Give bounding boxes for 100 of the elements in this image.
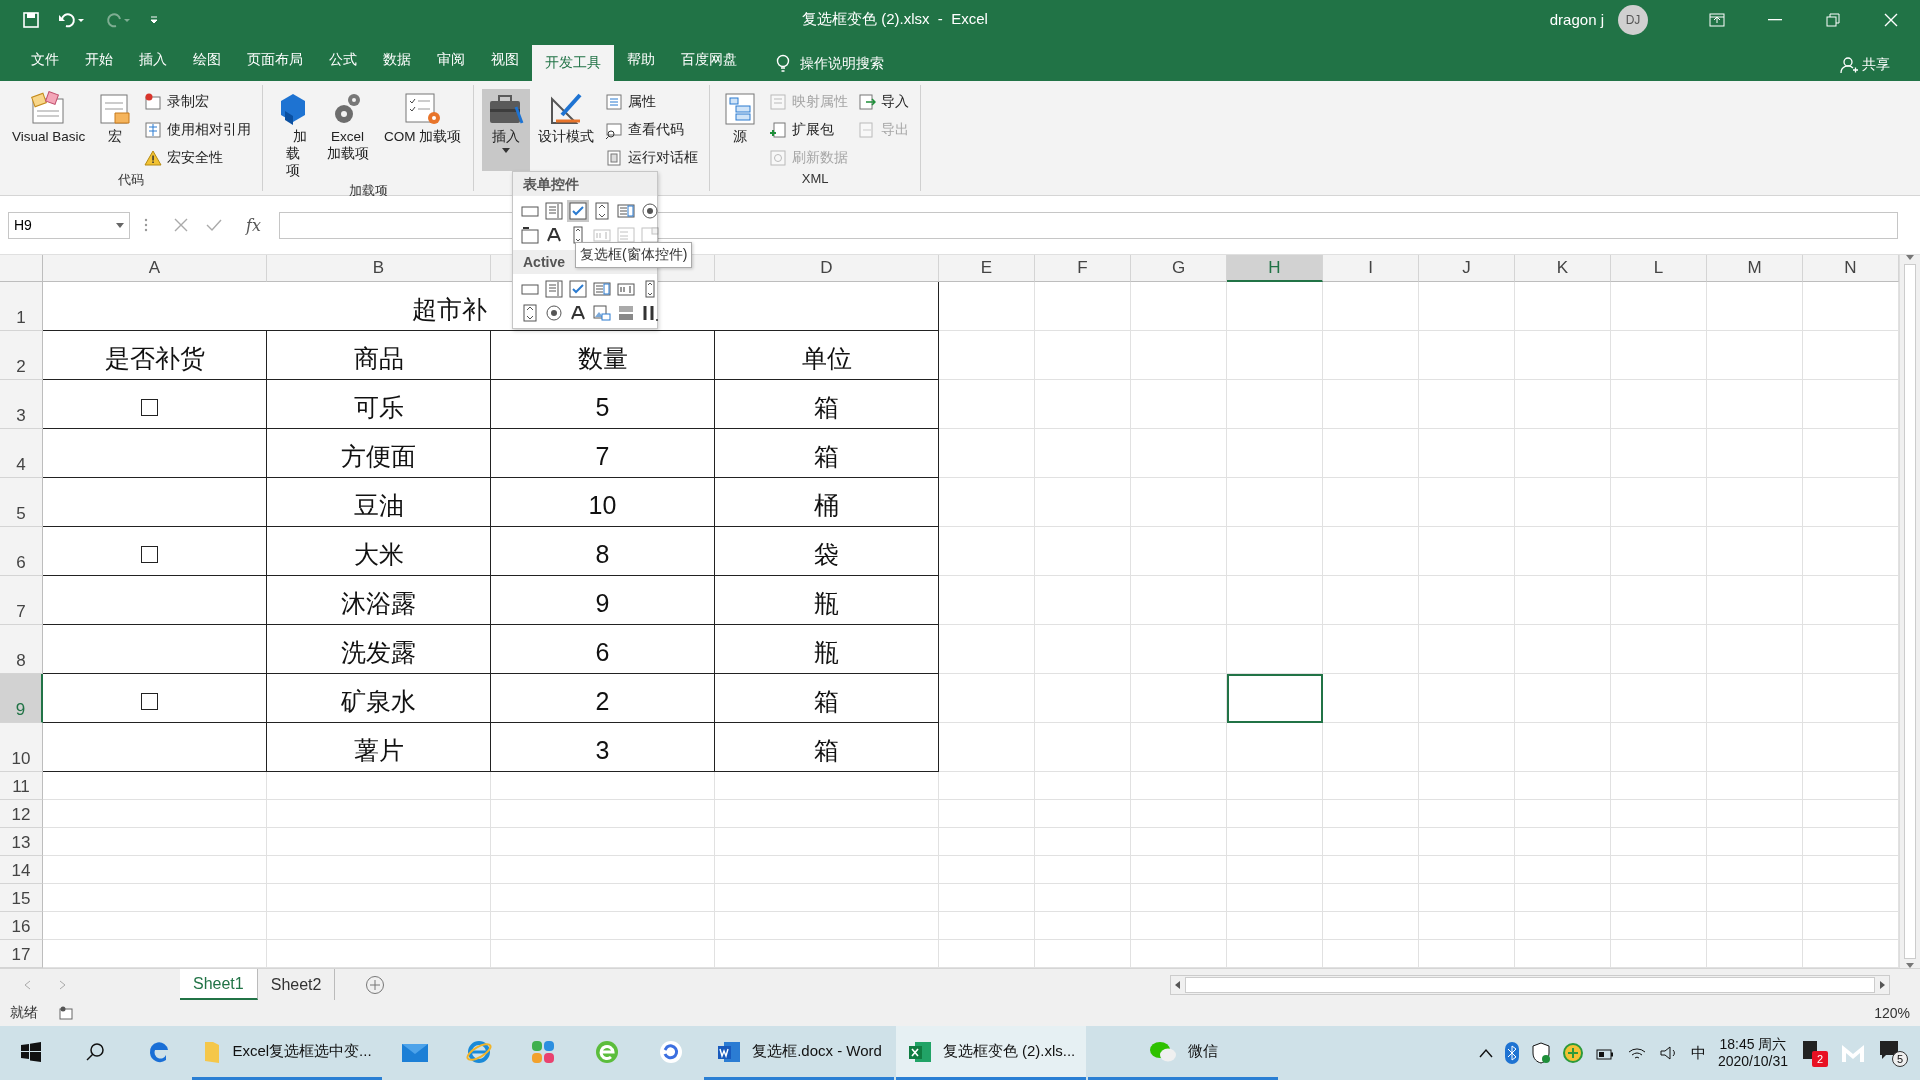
empty-cell[interactable] bbox=[939, 856, 1035, 884]
empty-cell[interactable] bbox=[1035, 772, 1131, 800]
ribbon-tab[interactable]: 公式 bbox=[316, 43, 370, 77]
empty-cell[interactable] bbox=[1323, 429, 1419, 478]
empty-cell[interactable] bbox=[939, 912, 1035, 940]
scroll-thumb[interactable] bbox=[1185, 976, 1875, 993]
name-box[interactable]: H9 bbox=[8, 211, 130, 239]
user-avatar[interactable]: DJ bbox=[1618, 4, 1648, 35]
empty-cell[interactable] bbox=[1419, 884, 1515, 912]
ribbon-tab[interactable]: 数据 bbox=[370, 43, 424, 77]
checkbox[interactable] bbox=[141, 692, 158, 710]
empty-cell[interactable] bbox=[1323, 772, 1419, 800]
empty-cell[interactable] bbox=[1515, 478, 1611, 527]
ribbon-button[interactable]: 插入 bbox=[482, 89, 531, 171]
row-header[interactable]: 15 bbox=[0, 884, 43, 912]
ribbon-button[interactable]: 宏 bbox=[93, 89, 138, 171]
empty-cell[interactable] bbox=[1707, 478, 1803, 527]
empty-cell[interactable] bbox=[1035, 527, 1131, 576]
empty-cell[interactable] bbox=[939, 884, 1035, 912]
empty-cell[interactable] bbox=[1515, 772, 1611, 800]
empty-cell[interactable] bbox=[1611, 723, 1707, 772]
sheet-tab[interactable]: Sheet1 bbox=[180, 969, 258, 1000]
ribbon-tab[interactable]: 百度网盘 bbox=[668, 43, 750, 77]
add-sheet-icon[interactable] bbox=[365, 974, 386, 995]
control-button[interactable] bbox=[519, 224, 541, 246]
empty-cell[interactable] bbox=[1323, 331, 1419, 380]
ribbon-button[interactable]: COM 加载项 bbox=[379, 89, 466, 182]
empty-cell[interactable] bbox=[1515, 527, 1611, 576]
empty-cell[interactable] bbox=[1611, 625, 1707, 674]
empty-cell[interactable] bbox=[1419, 625, 1515, 674]
empty-cell[interactable] bbox=[1707, 800, 1803, 828]
empty-cell[interactable] bbox=[1419, 674, 1515, 723]
empty-cell[interactable] bbox=[1035, 282, 1131, 331]
empty-cell[interactable] bbox=[1611, 800, 1707, 828]
formula-input[interactable] bbox=[278, 211, 1898, 239]
selected-cell[interactable] bbox=[1227, 674, 1323, 723]
empty-cell[interactable] bbox=[1131, 772, 1227, 800]
empty-cell[interactable] bbox=[1131, 625, 1227, 674]
empty-cell[interactable] bbox=[1131, 576, 1227, 625]
empty-cell[interactable] bbox=[1227, 884, 1323, 912]
ribbon-button[interactable]: 使用相对引用 bbox=[141, 117, 255, 143]
empty-cell[interactable] bbox=[1707, 723, 1803, 772]
ribbon-button[interactable]: Visual Basic bbox=[8, 89, 90, 171]
row-header[interactable]: 7 bbox=[0, 576, 43, 625]
empty-cell[interactable] bbox=[715, 884, 939, 912]
empty-cell[interactable] bbox=[1419, 828, 1515, 856]
empty-cell[interactable] bbox=[1227, 380, 1323, 429]
ribbon-tab[interactable]: 绘图 bbox=[180, 43, 234, 77]
empty-cell[interactable] bbox=[1611, 380, 1707, 429]
empty-cell[interactable] bbox=[1515, 429, 1611, 478]
empty-cell[interactable] bbox=[1419, 478, 1515, 527]
ribbon-tab[interactable]: 开发工具 bbox=[532, 45, 614, 81]
empty-cell[interactable] bbox=[267, 856, 491, 884]
horizontal-scrollbar[interactable] bbox=[1170, 974, 1890, 995]
row-header[interactable]: 3 bbox=[0, 380, 43, 429]
empty-cell[interactable] bbox=[1227, 429, 1323, 478]
empty-cell[interactable] bbox=[1131, 912, 1227, 940]
ribbon-tab[interactable]: 开始 bbox=[72, 43, 126, 77]
empty-cell[interactable] bbox=[491, 800, 715, 828]
empty-cell[interactable] bbox=[939, 723, 1035, 772]
empty-cell[interactable] bbox=[1323, 380, 1419, 429]
empty-cell[interactable] bbox=[1035, 576, 1131, 625]
empty-cell[interactable] bbox=[1611, 828, 1707, 856]
empty-cell[interactable] bbox=[1035, 625, 1131, 674]
empty-cell[interactable] bbox=[1419, 772, 1515, 800]
empty-cell[interactable] bbox=[491, 856, 715, 884]
empty-cell[interactable] bbox=[1707, 884, 1803, 912]
ribbon-button[interactable]: 扩展包 bbox=[766, 117, 852, 143]
empty-cell[interactable] bbox=[939, 282, 1035, 331]
empty-cell[interactable] bbox=[1035, 478, 1131, 527]
column-header[interactable]: F bbox=[1035, 255, 1131, 282]
empty-cell[interactable] bbox=[1515, 625, 1611, 674]
tell-me-search[interactable]: 操作说明搜索 bbox=[770, 53, 890, 75]
empty-cell[interactable] bbox=[939, 576, 1035, 625]
row-header[interactable]: 1 bbox=[0, 282, 43, 331]
column-header[interactable]: A bbox=[43, 255, 267, 282]
empty-cell[interactable] bbox=[1707, 625, 1803, 674]
ribbon-tab[interactable]: 审阅 bbox=[424, 43, 478, 77]
row-header[interactable]: 4 bbox=[0, 429, 43, 478]
empty-cell[interactable] bbox=[1515, 884, 1611, 912]
empty-cell[interactable] bbox=[1227, 576, 1323, 625]
empty-cell[interactable] bbox=[1707, 828, 1803, 856]
empty-cell[interactable] bbox=[1515, 856, 1611, 884]
empty-cell[interactable] bbox=[715, 828, 939, 856]
empty-cell[interactable] bbox=[1707, 527, 1803, 576]
empty-cell[interactable] bbox=[1611, 429, 1707, 478]
column-header[interactable]: K bbox=[1515, 255, 1611, 282]
empty-cell[interactable] bbox=[1515, 380, 1611, 429]
ribbon-tab[interactable]: 视图 bbox=[478, 43, 532, 77]
empty-cell[interactable] bbox=[1707, 576, 1803, 625]
empty-cell[interactable] bbox=[1707, 856, 1803, 884]
empty-cell[interactable] bbox=[1131, 282, 1227, 331]
empty-cell[interactable] bbox=[1611, 576, 1707, 625]
control-button[interactable] bbox=[543, 302, 565, 324]
ribbon-button[interactable]: 查看代码 bbox=[602, 117, 702, 143]
empty-cell[interactable] bbox=[1323, 282, 1419, 331]
empty-cell[interactable] bbox=[1611, 884, 1707, 912]
column-header[interactable]: I bbox=[1323, 255, 1419, 282]
ribbon-tab[interactable]: 文件 bbox=[18, 43, 72, 77]
row-header[interactable]: 6 bbox=[0, 527, 43, 576]
